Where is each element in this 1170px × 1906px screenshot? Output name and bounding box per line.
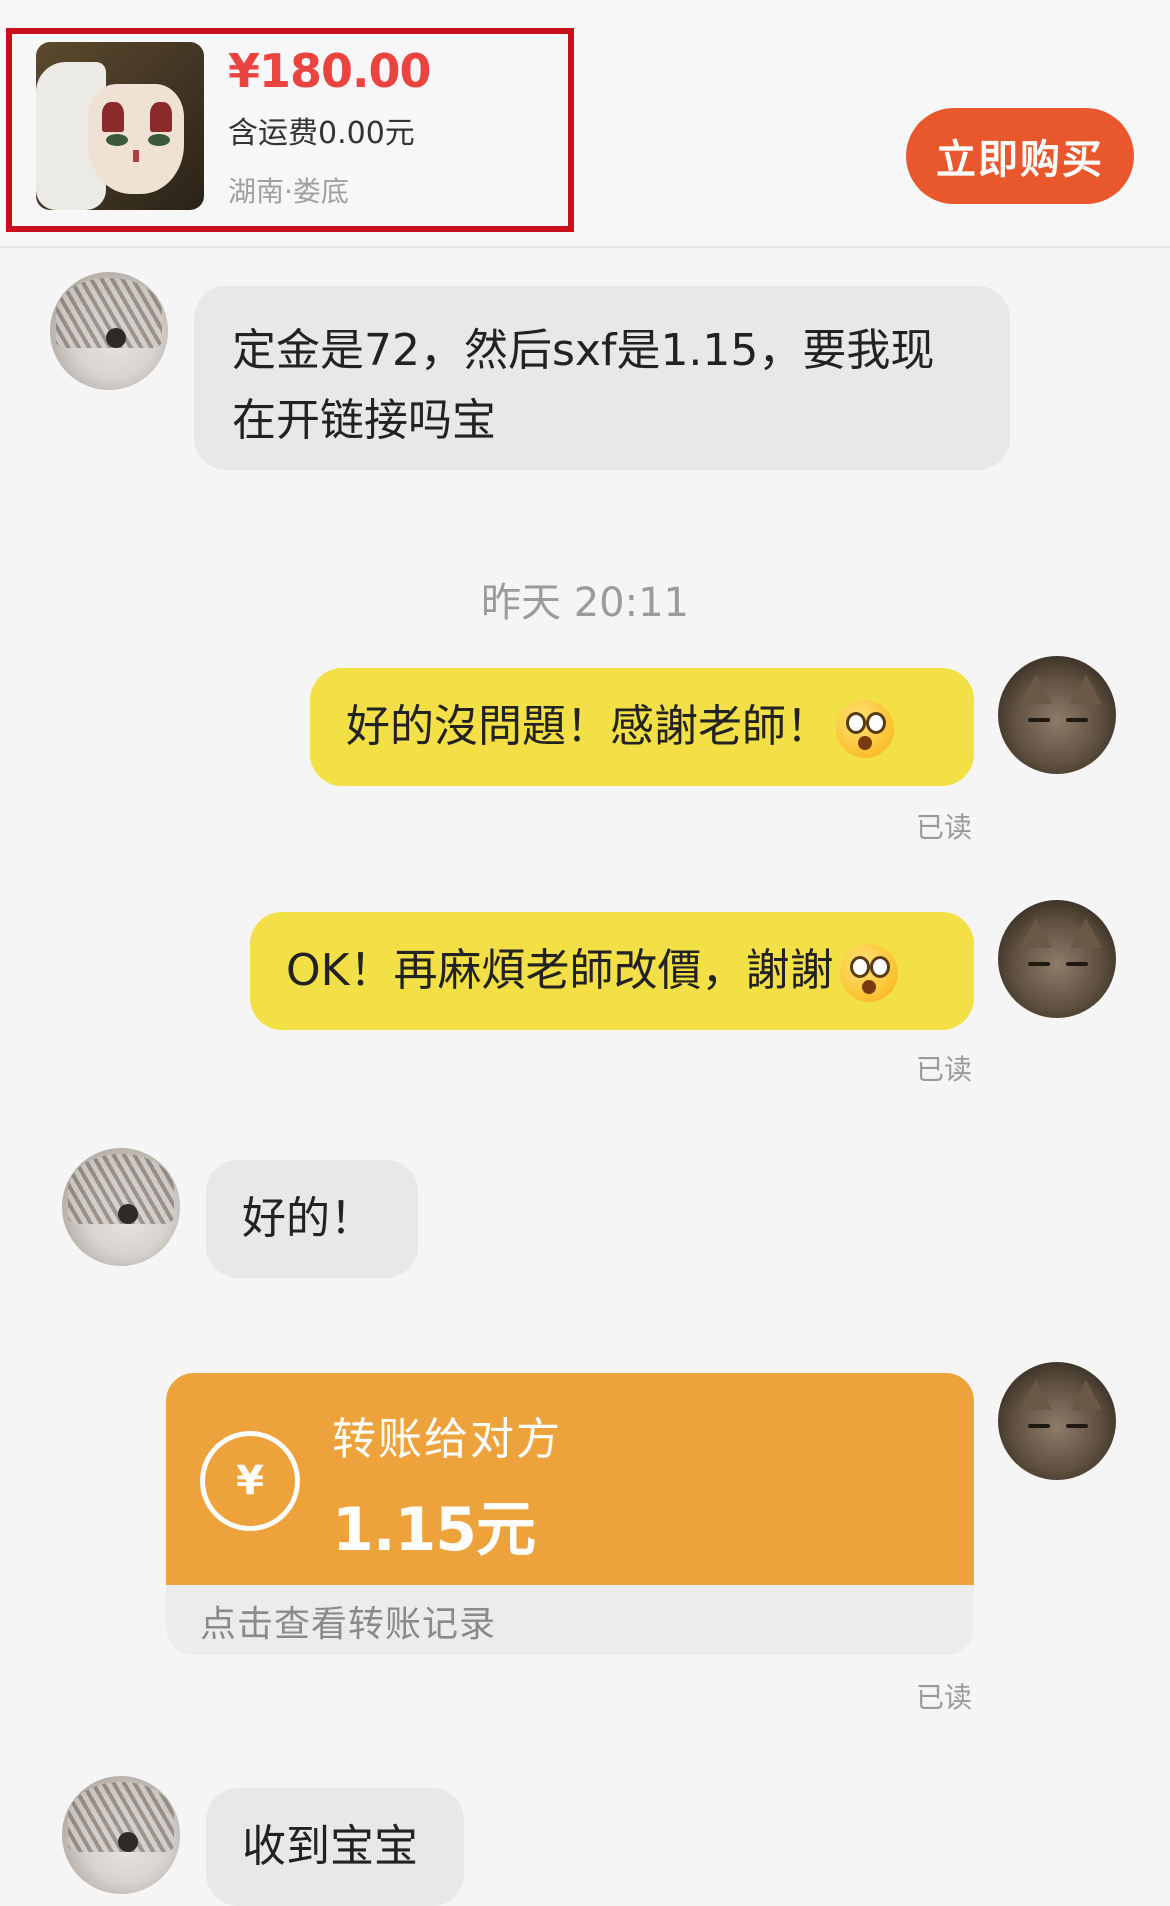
message-text: 好的沒問題！感謝老師！ — [346, 701, 830, 752]
read-status: 已读 — [916, 811, 973, 844]
transfer-card[interactable]: ¥ 转账给对方 1.15元 点击查看转账记录 — [166, 1373, 974, 1655]
message-line: 在开链接吗宝 — [232, 395, 496, 446]
chat-timestamp: 昨天 20:11 — [481, 580, 689, 626]
message-bubble-me[interactable]: OK！再麻煩老師改價，謝謝 — [250, 912, 974, 1030]
transfer-amount: 1.15元 — [332, 1495, 536, 1565]
seller-avatar[interactable] — [50, 272, 168, 390]
highlight-box — [6, 28, 574, 232]
message-text: OK！再麻煩老師改價，謝謝 — [286, 945, 834, 996]
read-status: 已读 — [916, 1681, 973, 1714]
pleading-face-icon — [839, 944, 898, 1002]
message-bubble-seller[interactable]: 定金是72，然后sxf是1.15，要我现 在开链接吗宝 — [194, 286, 1010, 470]
message-text: 好的！ — [242, 1193, 374, 1244]
seller-avatar[interactable] — [62, 1148, 180, 1266]
transfer-title: 转账给对方 — [332, 1414, 562, 1465]
my-avatar[interactable] — [998, 900, 1116, 1018]
yuan-transfer-icon: ¥ — [200, 1431, 300, 1531]
message-text: 收到宝宝 — [242, 1821, 418, 1872]
buy-now-button[interactable]: 立即购买 — [906, 108, 1134, 204]
message-bubble-seller[interactable]: 收到宝宝 — [206, 1788, 464, 1906]
my-avatar[interactable] — [998, 656, 1116, 774]
message-bubble-me[interactable]: 好的沒問題！感謝老師！ — [310, 668, 974, 786]
seller-avatar[interactable] — [62, 1776, 180, 1894]
pleading-face-icon — [836, 700, 894, 758]
transfer-card-header: ¥ 转账给对方 1.15元 — [166, 1373, 974, 1585]
read-status: 已读 — [916, 1053, 973, 1086]
message-line: 定金是72，然后sxf是1.15，要我现 — [232, 325, 935, 376]
transfer-record-link[interactable]: 点击查看转账记录 — [200, 1595, 496, 1647]
my-avatar[interactable] — [998, 1362, 1116, 1480]
message-bubble-seller[interactable]: 好的！ — [206, 1160, 418, 1278]
